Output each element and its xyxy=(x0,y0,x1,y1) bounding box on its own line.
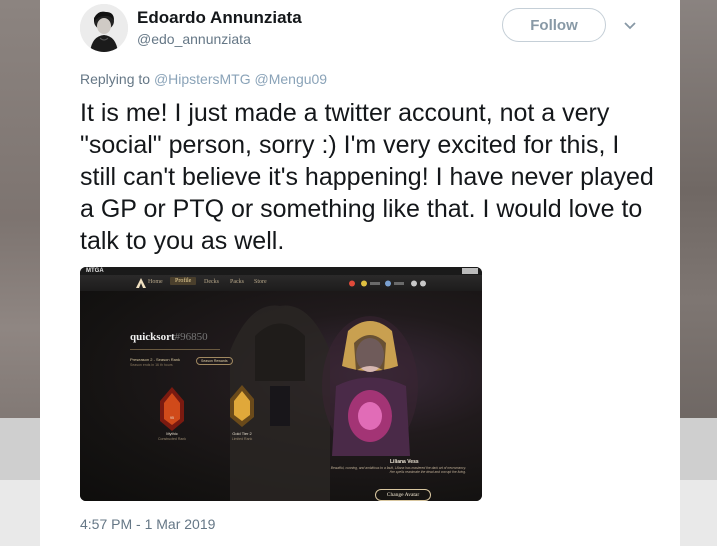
mtga-season-subtitle: Season ends in 16 th hours xyxy=(130,363,173,367)
background-left xyxy=(0,0,40,546)
mtga-rank-gold-sub: Limited Rank xyxy=(231,437,253,441)
mtga-tab-decks: Decks xyxy=(204,279,219,285)
mtga-app-title: MTGA xyxy=(86,268,104,274)
mtga-tab-store: Store xyxy=(254,279,267,285)
mtga-logo-icon xyxy=(136,278,146,288)
background-strip xyxy=(0,418,40,480)
tweet-media-image[interactable]: MTGA Home Profile Decks Packs Store quic… xyxy=(80,267,482,501)
mention-link[interactable]: @Mengu09 xyxy=(255,71,328,87)
tweet-card: Edoardo Annunziata @edo_annunziata Follo… xyxy=(40,0,680,546)
mtga-rank-mythic-label: Mythic xyxy=(166,431,178,436)
mtga-tab-profile: Profile xyxy=(170,277,197,285)
mtga-titlebar: MTGA xyxy=(80,267,482,275)
tweet-timestamp[interactable]: 4:57 PM - 1 Mar 2019 xyxy=(80,516,215,532)
mention-link[interactable]: @HipstersMTG xyxy=(154,71,251,87)
mtga-season-title: Preseason 2 - Season Rank xyxy=(130,357,181,362)
mtga-change-avatar-button: Change Avatar xyxy=(375,489,431,501)
mtga-user-tag: #96850 xyxy=(174,331,208,343)
replying-to: Replying to @HipstersMTG @Mengu09 xyxy=(80,71,327,87)
chevron-down-icon[interactable] xyxy=(623,20,637,32)
user-handle[interactable]: @edo_annunziata xyxy=(137,31,251,47)
window-controls xyxy=(462,268,478,274)
mtga-character-flavor: Beautiful, cunning, and ambitious to a f… xyxy=(330,466,466,475)
replying-prefix: Replying to xyxy=(80,71,151,87)
tweet-text: It is me! I just made a twitter account,… xyxy=(80,99,654,255)
background-strip xyxy=(0,480,40,546)
background-strip xyxy=(680,480,717,546)
mtga-season-rewards-button: Season Rewards xyxy=(196,357,233,365)
mtga-rank-gold-label: Gold Tier 2 xyxy=(232,431,252,436)
avatar-photo xyxy=(80,4,128,52)
mtga-tab-packs: Packs xyxy=(230,279,244,285)
divider xyxy=(130,349,220,350)
background-right xyxy=(680,0,717,546)
mtga-profile-scene: quicksort#96850 Preseason 2 - Season Ran… xyxy=(80,291,482,501)
display-name[interactable]: Edoardo Annunziata xyxy=(137,8,302,28)
mtga-character-name: Liliana Vess xyxy=(390,459,419,465)
mtga-currency-icons xyxy=(349,280,426,287)
mtga-rank-mythic-sub: Constructed Rank xyxy=(157,437,186,441)
mtga-rank-number: 95 xyxy=(170,416,174,420)
mtga-username-text: quicksort xyxy=(130,331,175,343)
follow-button[interactable]: Follow xyxy=(502,8,606,42)
background-strip xyxy=(680,418,717,480)
mtga-tab-home: Home xyxy=(148,279,163,285)
mtga-username: quicksort#96850 xyxy=(130,331,208,343)
avatar[interactable] xyxy=(80,4,128,52)
mtga-nav: Home Profile Decks Packs Store xyxy=(80,275,482,291)
